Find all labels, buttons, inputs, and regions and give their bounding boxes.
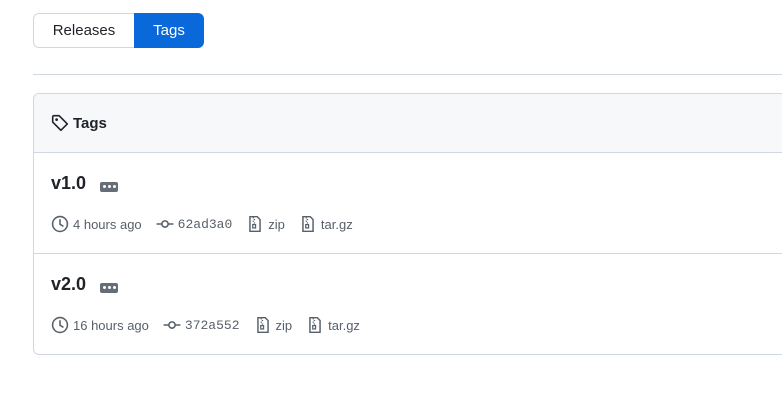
commit-icon [156, 220, 174, 228]
targz-download-link[interactable]: tar.gz [306, 316, 360, 334]
tag-name-link[interactable]: v2.0 [51, 274, 86, 295]
tags-box-header: Tags [34, 94, 782, 153]
commit-link[interactable]: 372a552 [163, 316, 240, 334]
zip-label: zip [268, 216, 285, 232]
tags-tab[interactable]: Tags [134, 13, 204, 48]
releases-tags-toggle: Releases Tags [33, 13, 204, 48]
commit-sha: 372a552 [184, 317, 240, 333]
file-zip-icon [256, 316, 269, 334]
tag-icon [51, 114, 69, 132]
section-divider [33, 74, 782, 75]
clock-icon [51, 316, 69, 334]
file-zip-icon [302, 215, 314, 233]
tag-row: v2.0 16 hours ago 372a552 zip tar.gz [34, 253, 782, 353]
zip-label: zip [275, 317, 293, 333]
targz-label: tar.gz [328, 317, 360, 333]
tag-time: 16 hours ago [73, 317, 149, 333]
clock-icon [51, 215, 69, 233]
targz-label: tar.gz [320, 216, 353, 232]
commit-link[interactable]: 62ad3a0 [156, 215, 233, 233]
file-zip-icon [309, 316, 321, 334]
commit-sha: 62ad3a0 [177, 216, 233, 232]
ellipsis-icon[interactable] [100, 282, 119, 293]
tag-row: v1.0 4 hours ago 62ad3a0 zip tar.gz [34, 153, 782, 253]
tags-box: Tags v1.0 4 hours ago 62ad3a0 zip tar.gz… [33, 93, 782, 355]
tag-name-link[interactable]: v1.0 [51, 173, 86, 194]
releases-tab[interactable]: Releases [33, 13, 134, 48]
file-zip-icon [249, 215, 262, 233]
tags-box-title: Tags [73, 114, 107, 132]
tag-time: 4 hours ago [73, 216, 142, 232]
zip-download-link[interactable]: zip [254, 316, 293, 334]
targz-download-link[interactable]: tar.gz [299, 215, 353, 233]
commit-icon [163, 321, 181, 329]
zip-download-link[interactable]: zip [246, 215, 285, 233]
ellipsis-icon[interactable] [100, 181, 119, 192]
